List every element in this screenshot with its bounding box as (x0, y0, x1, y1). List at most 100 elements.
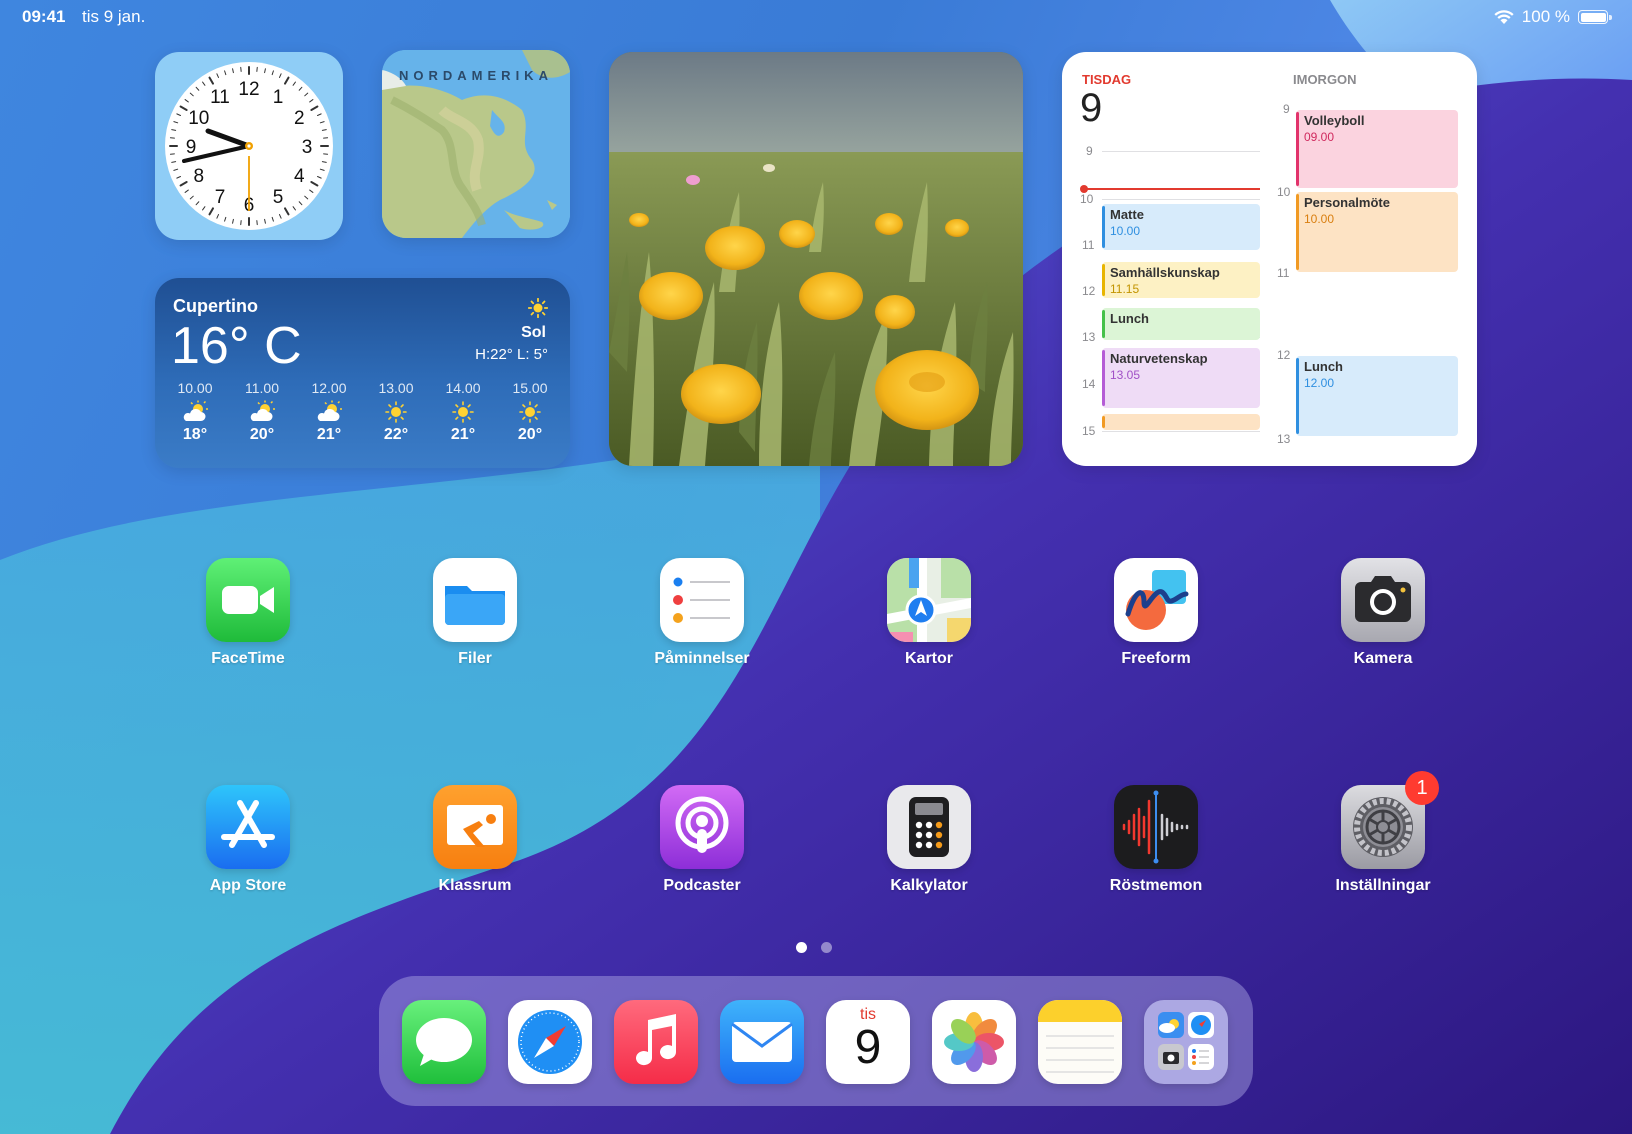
app-label: Röstmemon (1109, 877, 1203, 894)
weather-hour-temp: 21° (316, 426, 342, 443)
maps-widget[interactable]: NORDAMERIKA (382, 50, 570, 238)
weather-city: Cupertino (173, 296, 258, 316)
event-title: Lunch (1304, 359, 1343, 374)
photos-widget[interactable] (609, 52, 1023, 466)
clock-widget[interactable]: 123456789101112 (155, 52, 343, 240)
app-label: Klassrum (438, 877, 512, 894)
notes-icon[interactable] (1038, 1000, 1122, 1084)
music-icon[interactable] (614, 1000, 698, 1084)
calendar-icon[interactable]: tis 9 (826, 1000, 910, 1084)
map-region-label: NORDAMERIKA (399, 68, 553, 83)
facetime-icon (206, 558, 290, 642)
status-date: tis 9 jan. (82, 7, 146, 26)
freeform-icon (1114, 558, 1198, 642)
partly-sunny-icon (250, 400, 275, 421)
calendar-widget[interactable]: TISDAG 9 IMORGON 9 10 11 12 13 14 15 Mat… (1062, 52, 1477, 466)
weather-hour-time: 11.00 (245, 380, 279, 396)
app-camera[interactable]: Kamera (1303, 558, 1463, 668)
sun-icon (519, 401, 541, 423)
weather-hour-time: 12.00 (311, 380, 347, 396)
weather-hourly-forecast: 10.00 18° 11.00 20° 12.00 21° 13.00 22° … (167, 380, 558, 444)
weather-hour: 11.00 20° (234, 380, 290, 444)
app-label: Kalkylator (890, 877, 968, 894)
sun-icon (528, 298, 548, 318)
app-store-icon (206, 785, 290, 869)
photos-icon[interactable] (932, 1000, 1016, 1084)
safari-icon[interactable] (508, 1000, 592, 1084)
weather-hour-temp: 18° (182, 426, 208, 443)
clock-numeral: 8 (193, 166, 204, 187)
weather-current-temp: 16° C (171, 317, 302, 375)
app-label: Kamera (1353, 650, 1413, 667)
event-time: 10.00 (1304, 212, 1335, 226)
camera-icon (1341, 558, 1425, 642)
weather-hour: 12.00 21° (301, 380, 357, 444)
calendar-event[interactable]: Matte 10.00 (1102, 204, 1260, 250)
podcasts-icon (660, 785, 744, 869)
calendar-event[interactable]: Samhällskunskap 11.15 (1102, 262, 1260, 298)
page-dot[interactable] (821, 942, 832, 953)
calendar-event[interactable]: Lunch 12.00 (1296, 356, 1458, 436)
weather-hour-temp: 22° (383, 426, 409, 443)
calendar-event[interactable]: Naturvetenskap 13.05 (1102, 348, 1260, 408)
page-indicator[interactable] (796, 942, 832, 953)
event-time: 11.15 (1110, 282, 1140, 296)
app-voice-memos[interactable]: Röstmemon (1076, 785, 1236, 895)
current-time-line (1084, 188, 1260, 190)
app-reminders[interactable]: Påminnelser (622, 558, 782, 668)
app-classroom[interactable]: Klassrum (395, 785, 555, 895)
app-podcasts[interactable]: Podcaster (622, 785, 782, 895)
hour-label: 13 (1277, 432, 1291, 446)
app-label: App Store (209, 877, 287, 894)
event-title: Naturvetenskap (1110, 351, 1208, 366)
event-title: Samhällskunskap (1110, 265, 1220, 280)
app-label: Filer (458, 650, 492, 667)
weather-hour: 14.00 21° (435, 380, 491, 444)
voice-memos-icon (1114, 785, 1198, 869)
calendar-event[interactable]: Lunch (1102, 308, 1260, 340)
app-settings[interactable]: Inställningar (1303, 785, 1463, 895)
event-time: 13.05 (1110, 368, 1141, 382)
messages-icon[interactable] (402, 1000, 486, 1084)
app-maps[interactable]: Kartor (849, 558, 1009, 668)
calendar-event[interactable] (1102, 414, 1260, 430)
maps-icon (887, 558, 971, 642)
calendar-event[interactable]: Personalmöte 10.00 (1296, 192, 1458, 272)
weather-widget[interactable]: Cupertino 16° C Sol H:22° L: 5° 10.00 18… (155, 278, 570, 468)
hour-label: 12 (1082, 284, 1096, 298)
clock-numeral: 7 (215, 187, 226, 208)
weather-hour: 15.00 20° (502, 380, 558, 444)
event-title: Volleyboll (1304, 113, 1365, 128)
app-library-icon[interactable] (1144, 1000, 1228, 1084)
clock-numeral: 11 (210, 87, 230, 108)
calendar-event[interactable]: Volleyboll 09.00 (1296, 110, 1458, 188)
sun-icon (385, 401, 407, 423)
event-title: Personalmöte (1304, 195, 1390, 210)
calendar-tomorrow-label: IMORGON (1293, 72, 1357, 87)
hour-label: 11 (1277, 266, 1290, 280)
calendar-today-number: 9 (1080, 86, 1103, 130)
weather-hour-time: 10.00 (177, 380, 213, 396)
weather-condition: Sol (521, 324, 546, 341)
hour-label: 9 (1086, 144, 1093, 158)
clock-numeral: 5 (273, 187, 284, 208)
mail-icon[interactable] (720, 1000, 804, 1084)
hour-label: 13 (1082, 330, 1096, 344)
weather-hour-time: 13.00 (378, 380, 414, 396)
status-time: 09:41 (22, 7, 66, 26)
calendar-icon-date: 9 (854, 1021, 882, 1074)
clock-numeral: 2 (294, 108, 305, 129)
wifi-icon (1494, 9, 1514, 24)
app-calculator[interactable]: Kalkylator (849, 785, 1009, 895)
app-files[interactable]: Filer (395, 558, 555, 668)
page-dot[interactable] (796, 942, 807, 953)
app-label: Inställningar (1335, 877, 1431, 894)
event-title: Lunch (1110, 311, 1149, 326)
notification-badge: 1 (1405, 771, 1439, 805)
hour-label: 11 (1082, 238, 1095, 252)
app-freeform[interactable]: Freeform (1076, 558, 1236, 668)
app-app-store[interactable]: App Store (168, 785, 328, 895)
weather-high-low: H:22° L: 5° (475, 346, 548, 363)
app-facetime[interactable]: FaceTime (168, 558, 328, 668)
weather-hour-time: 14.00 (445, 380, 481, 396)
